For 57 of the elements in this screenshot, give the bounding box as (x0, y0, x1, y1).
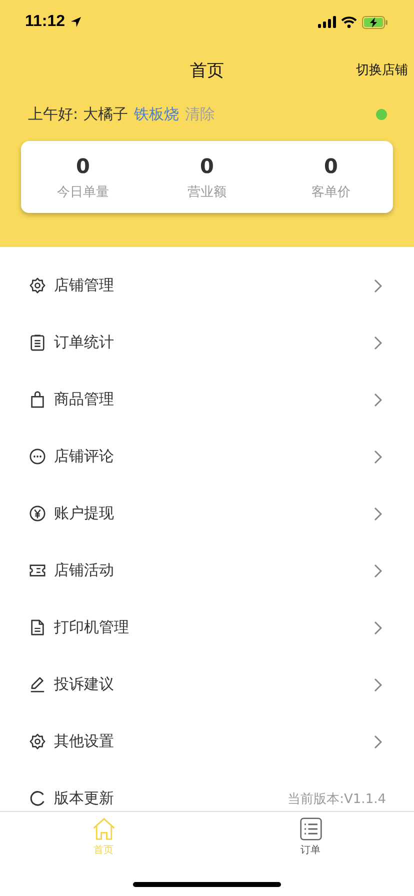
chevron-right-icon (374, 336, 382, 350)
battery-charging-icon (362, 16, 388, 28)
menu-item[interactable]: 店铺评论 (0, 428, 414, 485)
stat-label: 客单价 (312, 184, 350, 200)
menu-label: 其他设置 (54, 732, 114, 751)
menu-item[interactable]: 投诉建议 (0, 656, 414, 713)
refresh-icon (29, 790, 46, 807)
menu-label: 订单统计 (54, 333, 114, 352)
menu-item[interactable]: 商品管理 (0, 371, 414, 428)
gear-icon (29, 733, 46, 750)
menu-label: 店铺评论 (54, 447, 114, 466)
signal-icon (318, 16, 336, 28)
menu-label: 商品管理 (54, 390, 114, 409)
chevron-right-icon (374, 678, 382, 692)
stat-value: 0 (200, 154, 214, 178)
chevron-right-icon (374, 620, 382, 634)
home-icon (92, 817, 116, 841)
clipboard-icon (29, 334, 46, 351)
status-time: 11:12 (25, 13, 66, 31)
chevron-right-icon (374, 506, 382, 520)
chevron-right-icon (374, 392, 382, 406)
pencil-icon (29, 676, 46, 693)
wifi-icon (341, 16, 357, 28)
chevron-right-icon (374, 450, 382, 464)
stat-label: 营业额 (188, 184, 226, 200)
menu-item[interactable]: 店铺活动 (0, 542, 414, 599)
menu-label: 账户提现 (54, 504, 114, 523)
location-arrow-icon (70, 16, 82, 28)
list-icon (298, 817, 322, 841)
chevron-right-icon (374, 278, 382, 292)
menu-label: 投诉建议 (54, 675, 114, 694)
menu-label: 店铺管理 (54, 276, 114, 295)
menu-item[interactable]: 版本更新 当前版本:V1.1.4 (0, 770, 414, 811)
document-icon (29, 619, 46, 636)
stat-value: 0 (76, 154, 90, 178)
yen-coin-icon (29, 505, 46, 522)
page-title: 首页 (190, 60, 224, 82)
menu-item[interactable]: 打印机管理 (0, 599, 414, 656)
stat-label: 今日单量 (57, 184, 109, 200)
switch-shop-link[interactable]: 切换店铺 (356, 61, 408, 79)
chevron-right-icon (374, 564, 382, 578)
bag-icon (29, 391, 46, 408)
menu-label: 打印机管理 (54, 618, 129, 637)
menu-label: 店铺活动 (54, 561, 114, 580)
version-text: 当前版本:V1.1.4 (288, 790, 386, 808)
chevron-right-icon (374, 734, 382, 748)
stat-value: 0 (324, 154, 338, 178)
ticket-icon (29, 562, 46, 579)
menu-item[interactable]: 其他设置 (0, 713, 414, 770)
menu-item[interactable]: 订单统计 (0, 314, 414, 371)
greeting-text: 上午好: 大橘子 (28, 104, 128, 124)
menu-item[interactable]: 店铺管理 (0, 257, 414, 314)
menu-label: 版本更新 (54, 789, 114, 808)
chat-bubble-icon (29, 448, 46, 465)
tab[interactable]: 订单 (207, 812, 414, 882)
menu-item[interactable]: 账户提现 (0, 485, 414, 542)
gear-icon (29, 277, 46, 294)
